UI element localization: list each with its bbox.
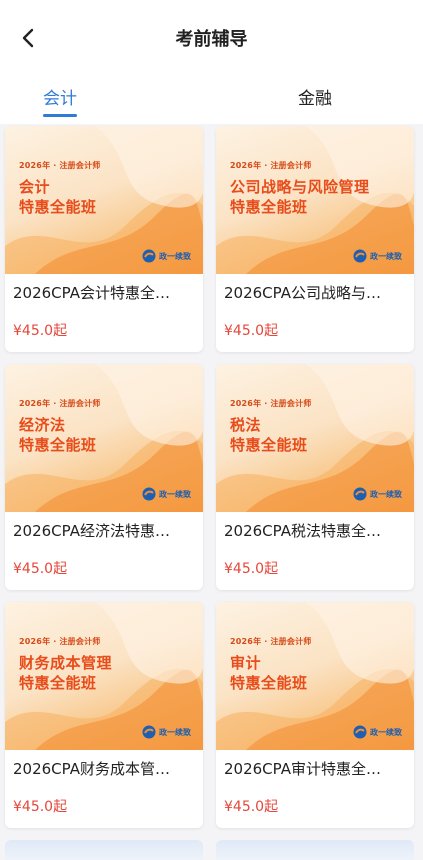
product-price: ¥45.0起 bbox=[13, 323, 68, 339]
product-title: 2026CPA公司战略与… bbox=[224, 284, 381, 302]
brand-logo-icon bbox=[142, 249, 156, 263]
brand-logo-icon bbox=[353, 725, 367, 739]
product-card[interactable]: 2026年 · 注册会计师 财务成本管理 特惠全能班 政一续致 2026CPA财… bbox=[5, 602, 203, 828]
banner-kicker: 2026年 · 注册会计师 bbox=[19, 637, 101, 646]
brand-name: 政一续致 bbox=[370, 489, 402, 499]
product-title: 2026CPA税法特惠全… bbox=[224, 522, 381, 540]
banner-course: 税法 bbox=[230, 416, 262, 434]
banner-course: 经济法 bbox=[19, 416, 66, 434]
next-card-peek bbox=[5, 840, 203, 860]
tab-finance[interactable]: 金融 bbox=[255, 84, 375, 124]
brand-name: 政一续致 bbox=[370, 727, 402, 737]
next-card-peek bbox=[216, 840, 414, 860]
brand-logo: 政一续致 bbox=[353, 486, 402, 502]
banner-subtitle: 特惠全能班 bbox=[230, 674, 308, 692]
brand-logo: 政一续致 bbox=[142, 724, 191, 740]
product-title: 2026CPA会计特惠全… bbox=[13, 284, 170, 302]
product-price: ¥45.0起 bbox=[224, 799, 279, 815]
banner-subtitle: 特惠全能班 bbox=[230, 198, 308, 216]
product-card[interactable]: 2026年 · 注册会计师 公司战略与风险管理 特惠全能班 政一续致 2026C… bbox=[216, 126, 414, 352]
product-card[interactable]: 2026年 · 注册会计师 税法 特惠全能班 政一续致 2026CPA税法特惠全… bbox=[216, 364, 414, 590]
banner-subtitle: 特惠全能班 bbox=[19, 674, 97, 692]
product-card[interactable]: 2026年 · 注册会计师 审计 特惠全能班 政一续致 2026CPA审计特惠全… bbox=[216, 602, 414, 828]
brand-logo-icon bbox=[353, 249, 367, 263]
banner-kicker: 2026年 · 注册会计师 bbox=[230, 637, 312, 646]
product-title: 2026CPA经济法特惠… bbox=[13, 522, 170, 540]
product-title: 2026CPA审计特惠全… bbox=[224, 760, 381, 778]
brand-logo: 政一续致 bbox=[353, 248, 402, 264]
product-banner: 2026年 · 注册会计师 会计 特惠全能班 政一续致 bbox=[5, 126, 203, 274]
banner-kicker: 2026年 · 注册会计师 bbox=[230, 161, 312, 170]
tab-accounting[interactable]: 会计 bbox=[0, 84, 120, 124]
product-banner: 2026年 · 注册会计师 公司战略与风险管理 特惠全能班 政一续致 bbox=[216, 126, 414, 274]
product-banner: 2026年 · 注册会计师 财务成本管理 特惠全能班 政一续致 bbox=[5, 602, 203, 750]
brand-logo-icon bbox=[353, 487, 367, 501]
product-card[interactable]: 2026年 · 注册会计师 经济法 特惠全能班 政一续致 2026CPA经济法特… bbox=[5, 364, 203, 590]
product-banner: 2026年 · 注册会计师 经济法 特惠全能班 政一续致 bbox=[5, 364, 203, 512]
product-card[interactable]: 2026年 · 注册会计师 会计 特惠全能班 政一续致 2026CPA会计特惠全… bbox=[5, 126, 203, 352]
banner-course: 审计 bbox=[230, 654, 262, 672]
category-tabs: 会计 金融 bbox=[0, 72, 423, 124]
brand-name: 政一续致 bbox=[370, 251, 402, 261]
product-price: ¥45.0起 bbox=[224, 323, 279, 339]
product-price: ¥45.0起 bbox=[224, 561, 279, 577]
brand-logo: 政一续致 bbox=[142, 486, 191, 502]
banner-subtitle: 特惠全能班 bbox=[19, 198, 97, 216]
product-price: ¥45.0起 bbox=[13, 799, 68, 815]
tab-label: 金融 bbox=[298, 89, 332, 109]
product-price: ¥45.0起 bbox=[13, 561, 68, 577]
brand-logo-icon bbox=[142, 725, 156, 739]
active-tab-indicator bbox=[43, 114, 77, 117]
banner-kicker: 2026年 · 注册会计师 bbox=[230, 399, 312, 408]
brand-name: 政一续致 bbox=[159, 251, 191, 261]
product-banner: 2026年 · 注册会计师 税法 特惠全能班 政一续致 bbox=[216, 364, 414, 512]
product-banner: 2026年 · 注册会计师 审计 特惠全能班 政一续致 bbox=[216, 602, 414, 750]
tab-label: 会计 bbox=[43, 89, 77, 109]
banner-course: 公司战略与风险管理 bbox=[230, 178, 370, 196]
banner-course: 会计 bbox=[19, 178, 51, 196]
banner-course: 财务成本管理 bbox=[19, 654, 113, 672]
product-title: 2026CPA财务成本管… bbox=[13, 760, 170, 778]
banner-kicker: 2026年 · 注册会计师 bbox=[19, 161, 101, 170]
banner-kicker: 2026年 · 注册会计师 bbox=[19, 399, 101, 408]
brand-logo-icon bbox=[142, 487, 156, 501]
brand-name: 政一续致 bbox=[159, 727, 191, 737]
banner-subtitle: 特惠全能班 bbox=[230, 436, 308, 454]
brand-name: 政一续致 bbox=[159, 489, 191, 499]
brand-logo: 政一续致 bbox=[142, 248, 191, 264]
banner-subtitle: 特惠全能班 bbox=[19, 436, 97, 454]
top-bar: 考前辅导 bbox=[0, 0, 423, 72]
page-title: 考前辅导 bbox=[175, 29, 248, 50]
brand-logo: 政一续致 bbox=[353, 724, 402, 740]
